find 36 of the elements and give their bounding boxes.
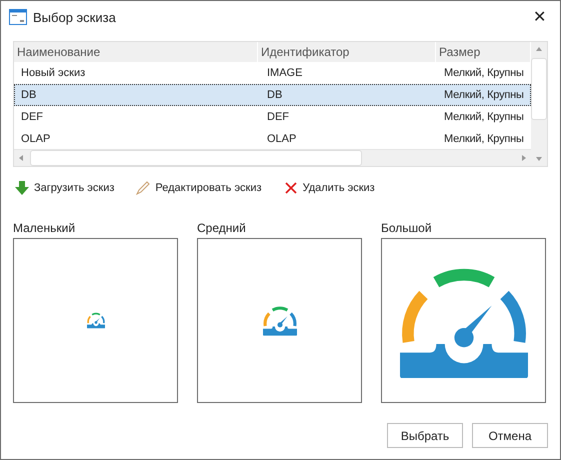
table-row[interactable]: DEF DEF Мелкий, Крупны: [14, 106, 531, 128]
table-row[interactable]: Новый эскиз IMAGE Мелкий, Крупны: [14, 62, 531, 84]
close-button[interactable]: ✕: [527, 7, 552, 27]
dialog-button[interactable]: Выбрать: [387, 423, 463, 448]
window-icon: [9, 9, 27, 25]
table-cell-text: Мелкий, Крупны: [443, 132, 525, 147]
horizontal-scrollbar[interactable]: [14, 149, 531, 166]
table-cell-text: OLAP: [266, 132, 298, 147]
column-header[interactable]: Наименование: [14, 42, 258, 62]
down-arrow-icon: [15, 181, 29, 195]
table-cell-text: Мелкий, Крупны: [443, 88, 525, 103]
table-cell-text: DB: [20, 88, 38, 103]
table-row[interactable]: DB DB Мелкий, Крупны: [14, 84, 531, 106]
dialog-button[interactable]: Отмена: [472, 423, 548, 448]
table-cell-text: DB: [266, 88, 284, 103]
gauge-icon: [86, 312, 104, 329]
table-cell-text: DEF: [20, 110, 44, 125]
preview-label: Большой: [381, 221, 433, 237]
table-cell-text: OLAP: [20, 132, 52, 147]
cross-icon: [284, 181, 298, 195]
gauge-icon: [262, 305, 296, 336]
table-cell-text: Мелкий, Крупны: [443, 66, 525, 81]
table-cell-text: Мелкий, Крупны: [443, 110, 525, 125]
table-cell-text: IMAGE: [266, 66, 304, 81]
preview-label: Маленький: [13, 221, 76, 237]
pencil-icon: [136, 181, 150, 195]
table-row[interactable]: OLAP OLAP Мелкий, Крупны: [14, 128, 531, 149]
preview-label: Средний: [197, 221, 247, 237]
table-cell-text: Новый эскиз: [20, 66, 86, 81]
table-cell-text: DEF: [266, 110, 290, 125]
toolbar-button[interactable]: Удалить эскиз: [284, 181, 375, 195]
window-title: Выбор эскиза: [33, 10, 117, 24]
toolbar-button[interactable]: Редактировать эскиз: [136, 181, 262, 195]
vertical-scrollbar[interactable]: [531, 42, 547, 166]
toolbar-button[interactable]: Загрузить эскиз: [15, 181, 114, 195]
column-header[interactable]: Идентификатор: [258, 42, 436, 62]
